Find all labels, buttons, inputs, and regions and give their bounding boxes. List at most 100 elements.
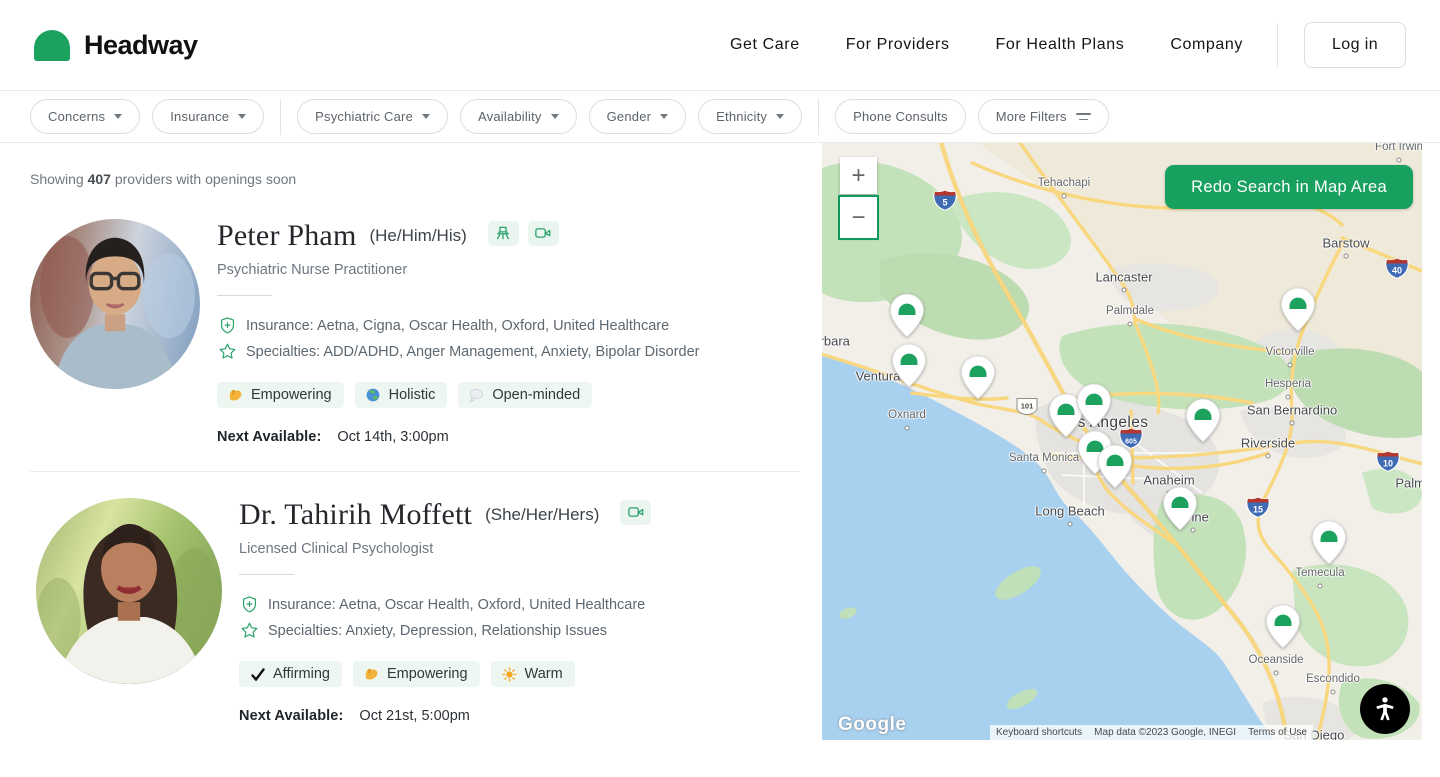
next-available-row: Next Available: Oct 14th, 3:00pm — [217, 429, 699, 445]
provider-pronouns: (She/Her/Hers) — [485, 505, 599, 525]
nav-link[interactable]: Get Care — [730, 36, 800, 54]
provider-title: Psychiatric Nurse Practitioner — [217, 262, 699, 278]
highway-shield-40: 40 — [1385, 258, 1410, 285]
trait-badges: Empowering Holistic Open-minded — [217, 382, 699, 408]
login-button[interactable]: Log in — [1304, 22, 1406, 68]
provider-title: Licensed Clinical Psychologist — [239, 541, 651, 557]
chevron-down-icon — [660, 114, 668, 119]
attribution-link[interactable]: Map data ©2023 Google, INEGI — [1088, 725, 1242, 740]
headway-pin-icon — [890, 293, 925, 338]
map-city-dot — [1128, 322, 1133, 327]
sun-icon — [502, 667, 517, 682]
insurance-list: Aetna, Oscar Health, Oxford, United Heal… — [339, 597, 645, 613]
header-divider — [1277, 23, 1278, 67]
map[interactable]: Fort IrwinTehachapiBarstowLancasterPalmd… — [822, 143, 1422, 740]
flex-arm-icon — [228, 388, 243, 402]
map-city-dot — [1122, 288, 1127, 293]
provider-portrait — [36, 498, 222, 684]
nav-link[interactable]: Company — [1170, 36, 1243, 54]
provider-map-pin[interactable] — [1098, 444, 1133, 494]
map-city-label: Long Beach — [1035, 504, 1104, 519]
provider-map-pin[interactable] — [1163, 486, 1198, 536]
provider-card[interactable]: Peter Pham (He/Him/His) Psychiatric Nurs… — [30, 219, 800, 445]
provider-map-pin[interactable] — [1312, 520, 1347, 570]
filter-availability[interactable]: Availability — [460, 99, 577, 134]
next-available-label: Next Available: — [239, 708, 343, 724]
provider-map-pin[interactable] — [1266, 604, 1301, 654]
provider-map-pin[interactable] — [892, 343, 927, 393]
map-city-dot — [1266, 454, 1271, 459]
accessibility-button[interactable] — [1360, 684, 1410, 734]
filter-phone-consults[interactable]: Phone Consults — [835, 99, 966, 134]
results-count: Showing 407 providers with openings soon — [30, 171, 800, 187]
redo-search-button[interactable]: Redo Search in Map Area — [1165, 165, 1413, 209]
highway-shield-10: 10 — [1376, 451, 1401, 478]
headway-logo[interactable]: Headway — [34, 30, 198, 61]
map-city-dot — [1288, 363, 1293, 368]
insurance-label: Insurance: — [268, 597, 336, 613]
map-city-dot — [1318, 584, 1323, 589]
trait-badge: Empowering — [353, 661, 480, 687]
map-city-dot — [1397, 158, 1402, 163]
provider-photo — [36, 498, 222, 684]
filter-more-filters[interactable]: More Filters — [978, 99, 1109, 134]
headway-search-page: Headway Get Care For Providers For Health … — [0, 0, 1440, 777]
filter-gender[interactable]: Gender — [589, 99, 687, 134]
filter-ethnicity[interactable]: Ethnicity — [698, 99, 802, 134]
map-city-dot — [1331, 690, 1336, 695]
attribution-link[interactable]: Terms of Use — [1242, 725, 1313, 740]
insurance-row: Insurance: Aetna, Oscar Health, Oxford, … — [239, 595, 651, 614]
provider-map-pin[interactable] — [890, 293, 925, 343]
filter-psychiatric-care[interactable]: Psychiatric Care — [297, 99, 448, 134]
video-session-badge[interactable] — [528, 221, 559, 246]
insurance-shield-icon — [217, 316, 237, 335]
headway-pin-icon — [961, 355, 996, 400]
map-city-label: Barstow — [1323, 236, 1370, 251]
filter-group-divider — [280, 99, 281, 135]
provider-map-pin[interactable] — [961, 355, 996, 405]
video-session-badge[interactable] — [620, 500, 651, 525]
map-city-label: Lancaster — [1095, 270, 1152, 285]
specialties-star-icon — [217, 342, 237, 361]
filter-insurance[interactable]: Insurance — [152, 99, 264, 134]
provider-map-pin[interactable] — [1281, 287, 1316, 337]
card-divider — [217, 295, 272, 296]
map-city-label: Fort Irwin — [1375, 143, 1422, 153]
filter-lines-icon — [1076, 113, 1091, 121]
trait-badge: Holistic — [355, 382, 448, 408]
trait-badge-label: Empowering — [251, 387, 332, 403]
insurance-row: Insurance: Aetna, Cigna, Oscar Health, O… — [217, 316, 699, 335]
nav-link[interactable]: For Providers — [846, 36, 950, 54]
provider-map-pin[interactable] — [1186, 398, 1221, 448]
map-zoom-out-button[interactable]: − — [840, 197, 877, 238]
chevron-down-icon — [776, 114, 784, 119]
specialties-list: Anxiety, Depression, Relationship Issues — [345, 623, 607, 639]
attribution-link[interactable]: Keyboard shortcuts — [990, 725, 1088, 740]
map-city-label: Victorville — [1266, 346, 1315, 358]
map-city-label: Tehachapi — [1038, 177, 1090, 189]
filter-concerns[interactable]: Concerns — [30, 99, 140, 134]
results-count-number: 407 — [88, 171, 111, 187]
chevron-down-icon — [422, 114, 430, 119]
nav-link[interactable]: For Health Plans — [996, 36, 1125, 54]
map-zoom-in-button[interactable]: + — [840, 157, 877, 194]
provider-separator — [30, 471, 800, 472]
trait-badges: AffirmingEmpoweringWarm — [239, 661, 651, 687]
provider-card[interactable]: Dr. Tahirih Moffett (She/Her/Hers) Licen… — [30, 498, 800, 724]
provider-portrait — [30, 219, 200, 389]
accessibility-person-icon — [1371, 695, 1399, 723]
map-zoom-controls: + − — [840, 157, 877, 238]
map-city-dot — [905, 426, 910, 431]
highway-shield-15: 15 — [1246, 497, 1271, 524]
in-person-chair-icon — [494, 224, 512, 242]
provider-card-body: Dr. Tahirih Moffett (She/Her/Hers) Licen… — [239, 498, 651, 724]
filter-group-divider — [818, 99, 819, 135]
provider-map-pin[interactable] — [1077, 383, 1112, 433]
specialties-star-icon — [239, 621, 259, 640]
chevron-down-icon — [551, 114, 559, 119]
map-city-dot — [1290, 421, 1295, 426]
in-person-session-badge[interactable] — [488, 221, 519, 246]
google-logo[interactable]: Google — [838, 714, 906, 736]
svg-text:10: 10 — [1383, 459, 1393, 469]
trait-badge-label: Open-minded — [492, 387, 580, 403]
